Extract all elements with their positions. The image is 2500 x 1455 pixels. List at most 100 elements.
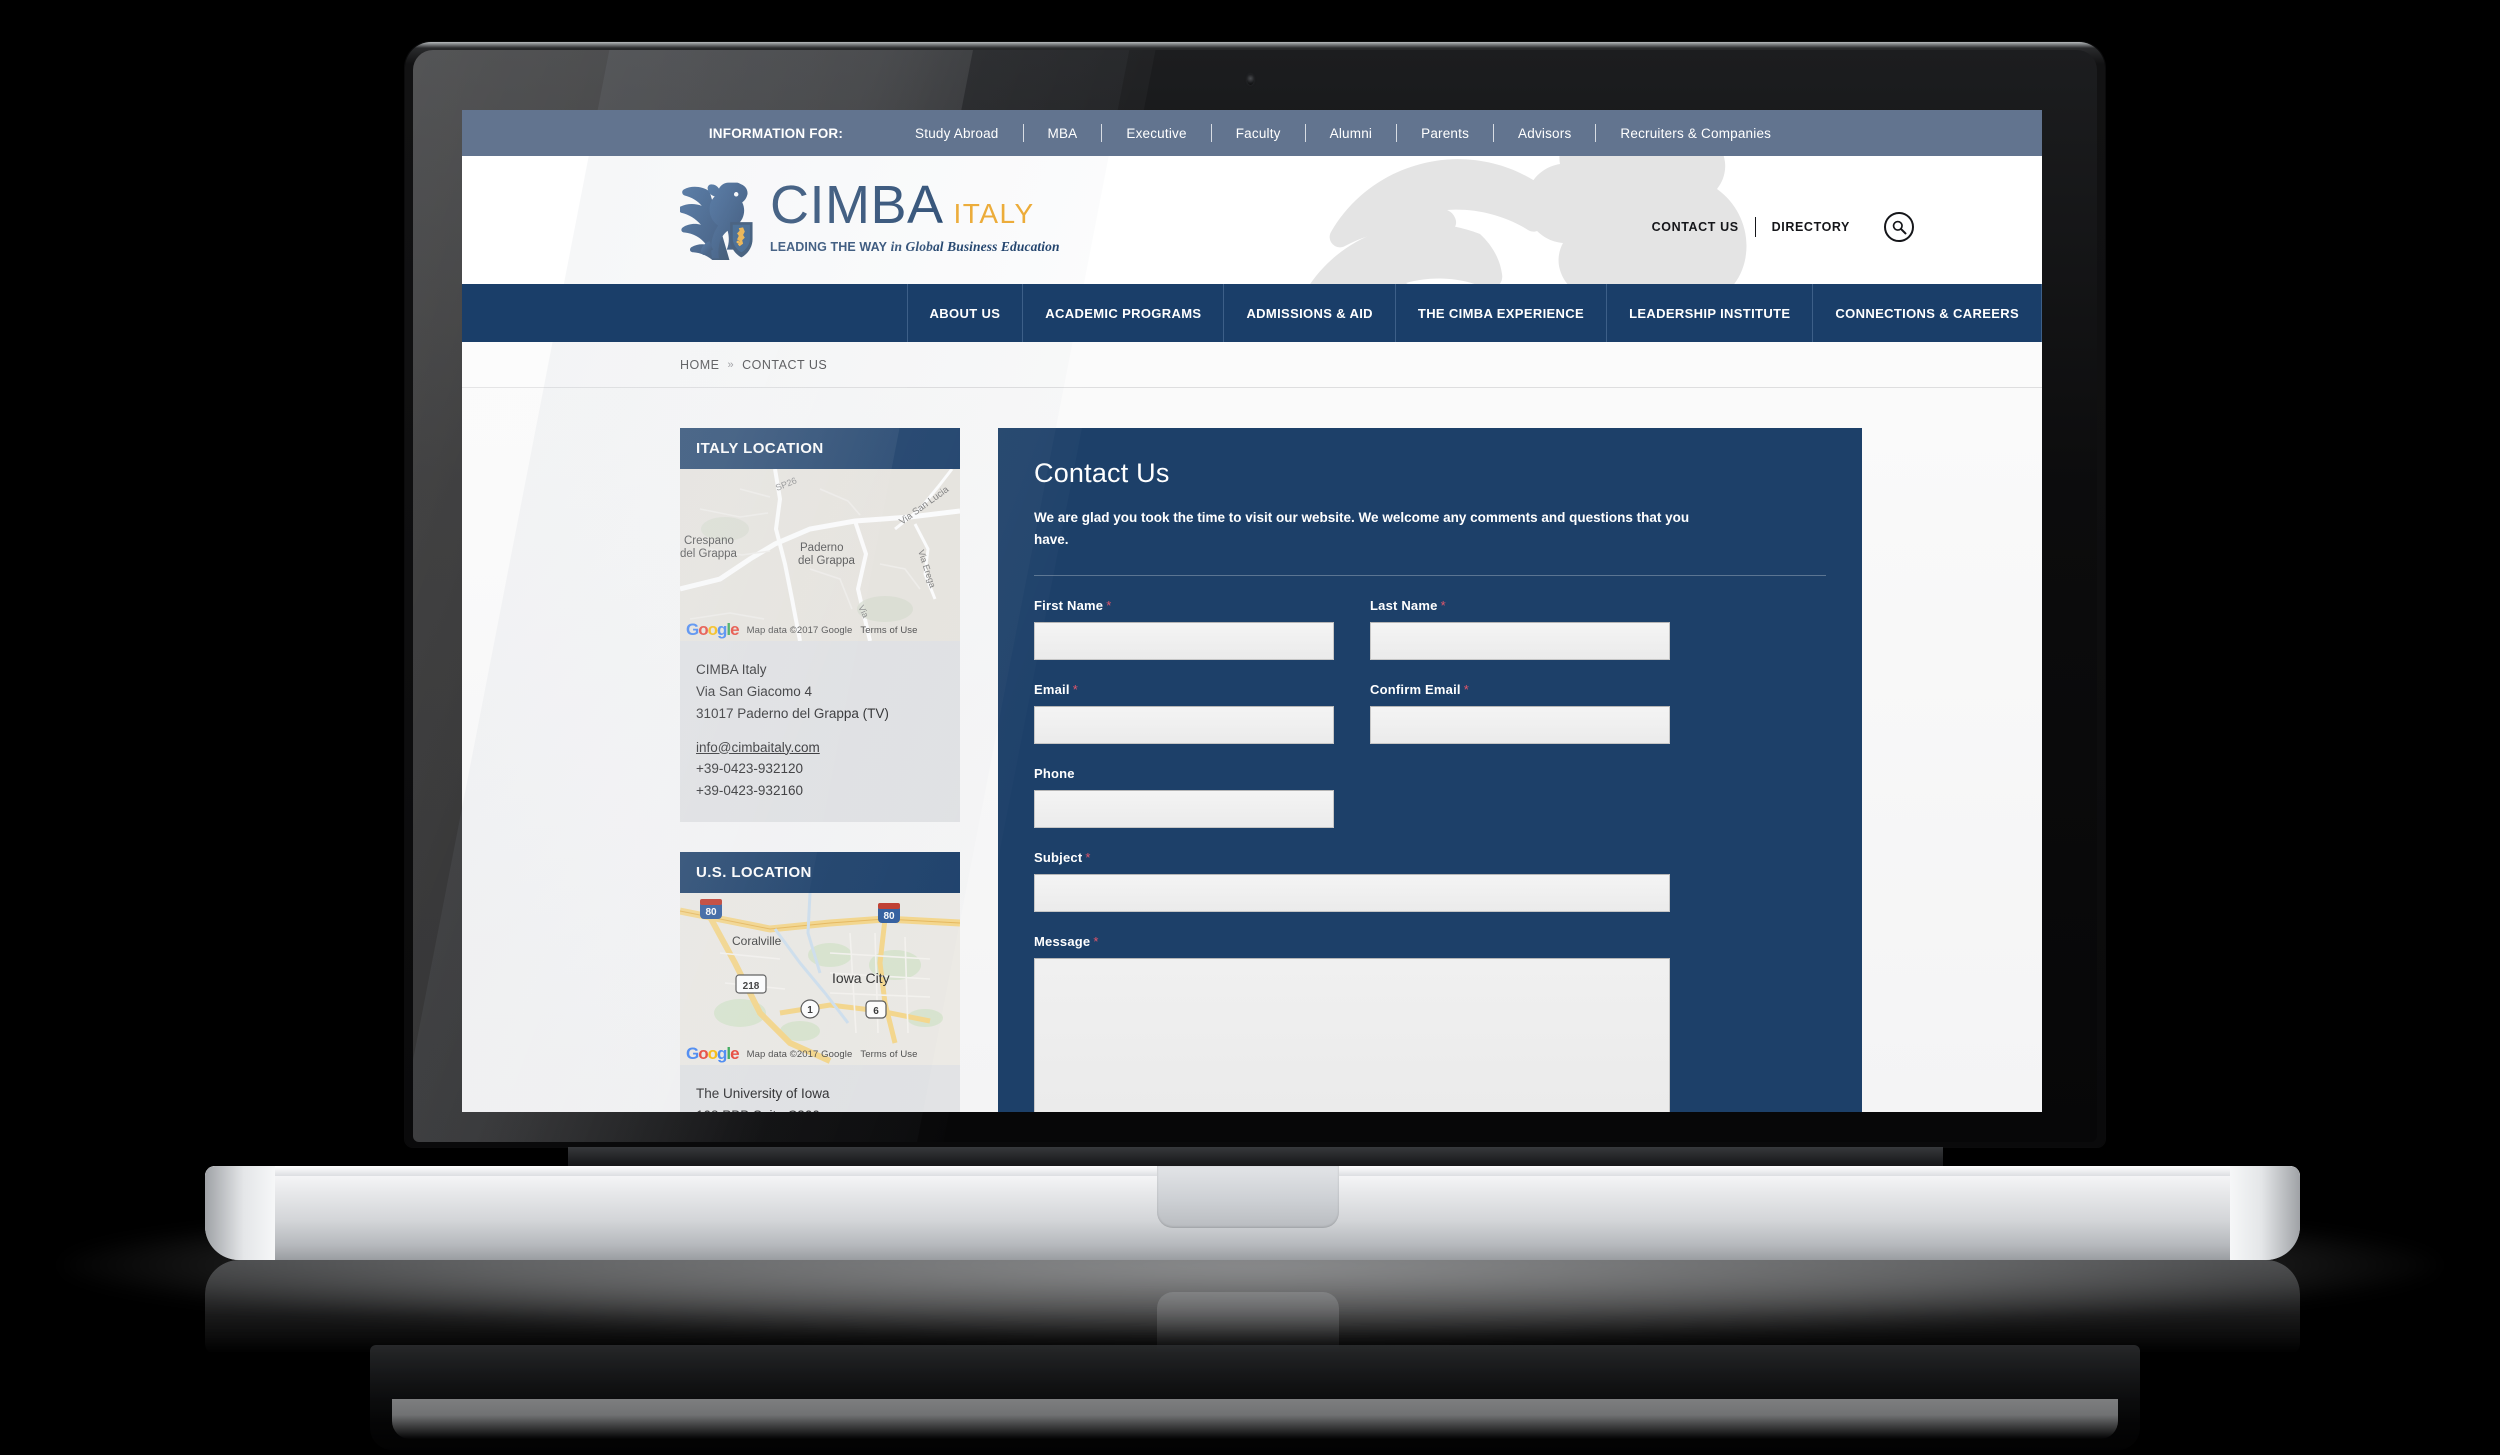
italy-location-heading: ITALY LOCATION	[680, 428, 960, 469]
italy-address-line-3: 31017 Paderno del Grappa (TV)	[696, 705, 889, 721]
nav-item-the-cimba-experience[interactable]: THE CIMBA EXPERIENCE	[1394, 284, 1607, 342]
message-textarea[interactable]	[1034, 957, 1670, 1112]
phone-input[interactable]	[1034, 789, 1334, 828]
main-navigation: ABOUT US ACADEMIC PROGRAMS ADMISSIONS & …	[462, 284, 2042, 342]
tagline-italic: in Global Business Education	[890, 239, 1060, 254]
search-button[interactable]	[1884, 212, 1914, 242]
topbar-link-executive[interactable]: Executive	[1102, 126, 1210, 141]
us-address-line-1: The University of Iowa	[696, 1086, 830, 1102]
form-row-subject: Subject *	[1034, 850, 1826, 912]
svg-text:Paderno: Paderno	[800, 542, 843, 554]
message-field-group: Message *	[1034, 934, 1670, 1112]
svg-text:del Grappa: del Grappa	[680, 548, 738, 560]
first-name-required-asterisk: *	[1106, 597, 1112, 613]
topbar-link-alumni[interactable]: Alumni	[1306, 126, 1396, 141]
nav-item-connections-careers[interactable]: CONNECTIONS & CAREERS	[1812, 284, 2042, 342]
nav-item-about-us[interactable]: ABOUT US	[906, 284, 1023, 342]
location-sidebar: ITALY LOCATION SP26 Crespano del Grappa …	[680, 428, 960, 1112]
brand-suffix: ITALY	[953, 198, 1035, 229]
email-input[interactable]	[1034, 705, 1334, 744]
breadcrumb: HOME » CONTACT US	[462, 342, 2042, 388]
information-for-label: INFORMATION FOR:	[708, 125, 844, 141]
email-required-asterisk: *	[1072, 681, 1078, 697]
site-logo[interactable]: CIMBA ITALY LEADING THE WAY in Global Bu…	[680, 172, 1060, 260]
topbar-link-faculty[interactable]: Faculty	[1212, 126, 1305, 141]
svg-text:Coralville: Coralville	[732, 934, 782, 948]
us-address-line-2: 108 PBB Suite C300	[696, 1105, 944, 1112]
information-for-bar: INFORMATION FOR: Study Abroad MBA Execut…	[462, 110, 2042, 156]
breadcrumb-home[interactable]: HOME	[680, 358, 720, 372]
svg-text:218: 218	[743, 981, 760, 992]
topbar-link-study-abroad[interactable]: Study Abroad	[891, 126, 1022, 141]
phone-field-group: Phone	[1034, 766, 1334, 828]
message-label: Message *	[1034, 934, 1670, 949]
us-location-card: U.S. LOCATION 80 80 218 1 6 Coralville I…	[680, 852, 960, 1112]
laptop-base-left-edge	[205, 1166, 275, 1260]
italy-map[interactable]: SP26 Crespano del Grappa Paderno del Gra…	[680, 469, 960, 641]
reflection-highlight-strip	[392, 1399, 2118, 1439]
confirm-email-label: Confirm Email *	[1370, 682, 1670, 697]
form-row-message: Message *	[1034, 934, 1826, 1112]
contact-form-panel: Contact Us We are glad you took the time…	[998, 428, 1862, 1112]
route-6-shield: 6	[865, 1000, 887, 1019]
nav-item-admissions-aid[interactable]: ADMISSIONS & AID	[1223, 284, 1395, 342]
us-map[interactable]: 80 80 218 1 6 Coralville Iowa City G o o…	[680, 893, 960, 1066]
phone-label-text: Phone	[1034, 765, 1075, 781]
us-address-block: The University of Iowa 108 PBB Suite C30…	[680, 1065, 960, 1112]
utility-link-contact-us[interactable]: CONTACT US	[1636, 220, 1755, 234]
first-name-label-text: First Name	[1034, 597, 1104, 613]
message-label-text: Message	[1034, 933, 1091, 949]
tagline-bold: LEADING THE WAY	[770, 240, 888, 254]
nav-item-academic-programs[interactable]: ACADEMIC PROGRAMS	[1022, 284, 1224, 342]
breadcrumb-separator: »	[727, 358, 735, 371]
topbar-link-parents[interactable]: Parents	[1397, 126, 1493, 141]
last-name-label: Last Name *	[1370, 598, 1670, 613]
email-field-group: Email *	[1034, 682, 1334, 744]
confirm-email-field-group: Confirm Email *	[1370, 682, 1670, 744]
italy-phone-1: +39-0423-932120	[696, 761, 803, 777]
winged-lion-shield-icon	[680, 174, 758, 260]
italy-email-link[interactable]: info@cimbaitaly.com	[696, 740, 820, 755]
svg-text:Iowa City: Iowa City	[832, 970, 890, 986]
first-name-label: First Name *	[1034, 598, 1334, 613]
topbar-link-advisors[interactable]: Advisors	[1494, 126, 1595, 141]
italy-map-terms-link[interactable]: Terms of Use	[860, 625, 917, 636]
email-label-text: Email	[1034, 681, 1070, 697]
page-content: ITALY LOCATION SP26 Crespano del Grappa …	[462, 388, 2042, 1112]
google-logo-icon: Google	[686, 1044, 740, 1064]
italy-address-line-1: CIMBA Italy	[696, 662, 767, 677]
form-row-names: First Name * Last Name *	[1034, 598, 1826, 660]
last-name-label-text: Last Name	[1370, 597, 1438, 613]
utility-link-directory[interactable]: DIRECTORY	[1756, 220, 1866, 234]
laptop-mockup: INFORMATION FOR: Study Abroad MBA Execut…	[0, 0, 2500, 1455]
us-map-credit: Google Map data ©2017 Google Terms of Us…	[680, 1043, 960, 1065]
topbar-link-recruiters-companies[interactable]: Recruiters & Companies	[1596, 126, 1795, 141]
phone-label: Phone	[1034, 766, 1334, 781]
webpage: INFORMATION FOR: Study Abroad MBA Execut…	[462, 110, 2042, 1112]
form-row-phone: Phone	[1034, 766, 1826, 828]
us-location-heading: U.S. LOCATION	[680, 852, 960, 894]
italy-location-card: ITALY LOCATION SP26 Crespano del Grappa …	[680, 428, 960, 823]
svg-text:80: 80	[705, 907, 717, 918]
svg-text:del Grappa: del Grappa	[798, 555, 856, 567]
confirm-email-label-text: Confirm Email	[1370, 681, 1461, 697]
laptop-trackpad-notch	[1157, 1166, 1339, 1228]
last-name-input[interactable]	[1370, 621, 1670, 660]
svg-text:6: 6	[873, 1006, 879, 1017]
us-map-terms-link[interactable]: Terms of Use	[860, 1049, 917, 1060]
italy-phone-2: +39-0423-932160	[696, 783, 803, 799]
form-divider	[1034, 574, 1826, 576]
topbar-link-mba[interactable]: MBA	[1024, 126, 1102, 141]
last-name-required-asterisk: *	[1440, 597, 1446, 613]
site-header: CIMBA ITALY LEADING THE WAY in Global Bu…	[462, 156, 2042, 284]
subject-required-asterisk: *	[1085, 849, 1091, 865]
route-1-shield: 1	[800, 999, 820, 1019]
address-spacer	[696, 725, 944, 737]
nav-item-leadership-institute[interactable]: LEADERSHIP INSTITUTE	[1606, 284, 1813, 342]
interstate-80-west: 80	[700, 899, 722, 920]
confirm-email-input[interactable]	[1370, 705, 1670, 744]
screenshot-stage: INFORMATION FOR: Study Abroad MBA Execut…	[0, 0, 2500, 1455]
subject-input[interactable]	[1034, 873, 1670, 912]
first-name-input[interactable]	[1034, 621, 1334, 660]
